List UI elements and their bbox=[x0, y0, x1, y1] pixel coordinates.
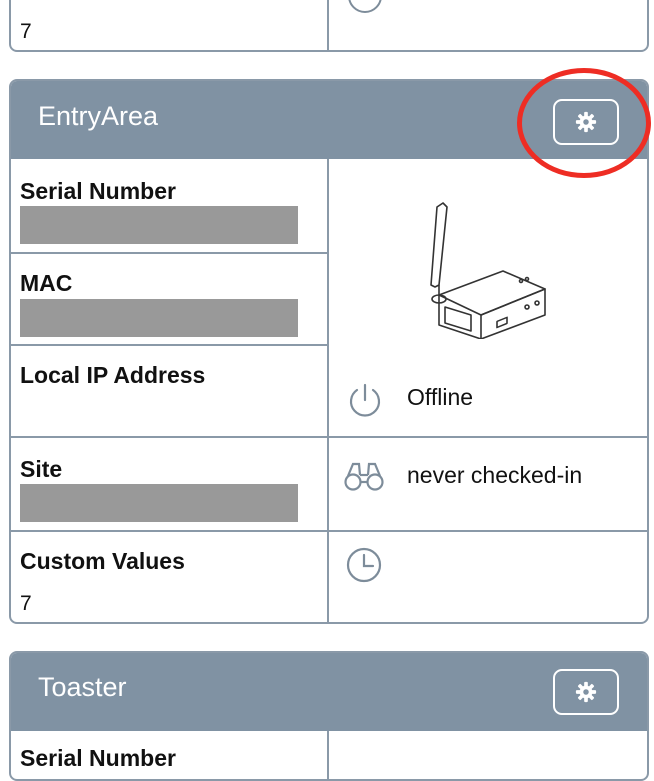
settings-button[interactable] bbox=[553, 669, 619, 715]
site-label: Site bbox=[20, 456, 63, 482]
gear-icon bbox=[575, 111, 597, 133]
device-card-entryarea: EntryArea Serial Number MAC Local IP Add… bbox=[9, 79, 649, 624]
card-title: EntryArea bbox=[38, 101, 159, 131]
serial-number-label: Serial Number bbox=[20, 745, 176, 771]
device-card-toaster: Toaster Serial Number bbox=[9, 651, 649, 781]
site-value-redacted bbox=[20, 484, 298, 522]
card-header: Toaster bbox=[11, 653, 647, 731]
previous-device-card: 7 bbox=[9, 0, 649, 52]
mac-label: MAC bbox=[20, 270, 73, 296]
settings-button[interactable] bbox=[553, 99, 619, 145]
binoculars-icon bbox=[344, 462, 384, 491]
mac-value-redacted bbox=[20, 299, 298, 337]
custom-values-value: 7 bbox=[20, 592, 32, 615]
device-image bbox=[430, 202, 546, 339]
card-title: Toaster bbox=[38, 672, 127, 702]
serial-number-label: Serial Number bbox=[20, 178, 176, 204]
clock-icon bbox=[348, 0, 382, 13]
power-icon bbox=[349, 383, 381, 417]
custom-values-value: 7 bbox=[20, 20, 32, 43]
gear-icon bbox=[575, 681, 597, 703]
online-status-text: Offline bbox=[407, 384, 474, 410]
custom-values-label: Custom Values bbox=[20, 548, 185, 574]
local-ip-label: Local IP Address bbox=[20, 362, 206, 388]
clock-icon bbox=[346, 547, 382, 583]
serial-number-value-redacted bbox=[20, 206, 298, 244]
card-header: EntryArea bbox=[11, 81, 647, 159]
checkin-status-text: never checked-in bbox=[407, 462, 583, 488]
